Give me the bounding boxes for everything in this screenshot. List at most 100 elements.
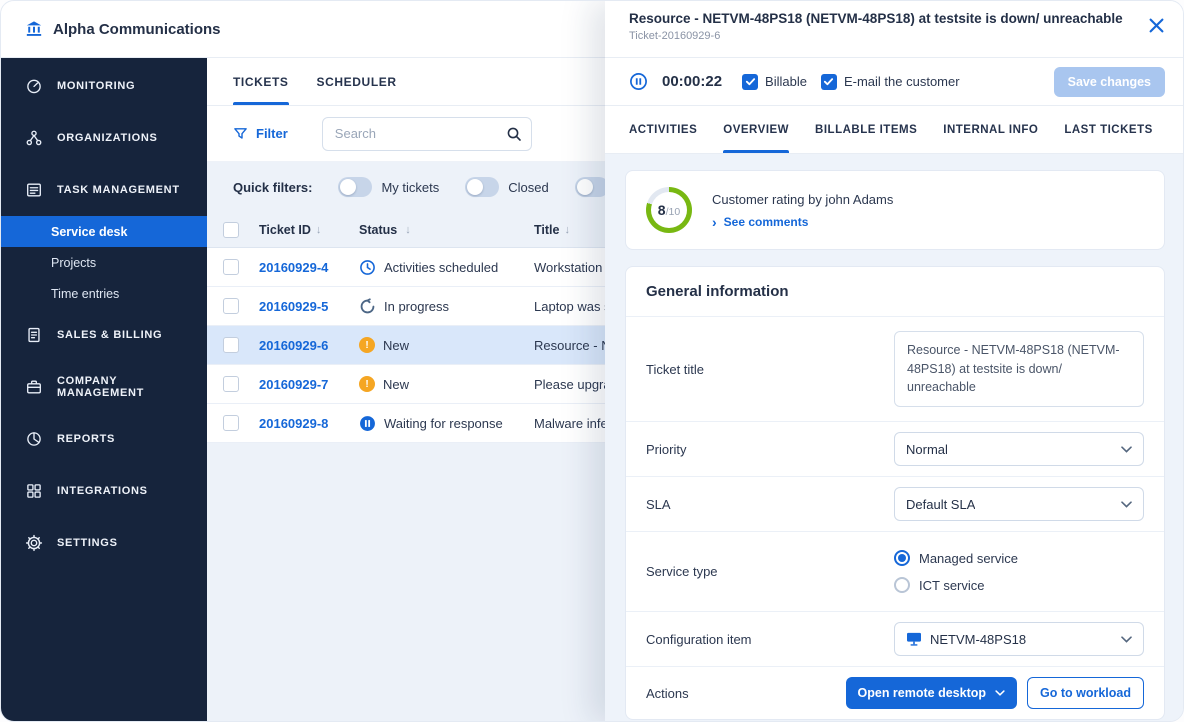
pause-timer-icon[interactable] [629,72,648,91]
sidebar-item-projects[interactable]: Projects [1,247,207,278]
open-remote-desktop-label: Open remote desktop [857,686,987,700]
email-customer-option[interactable]: E-mail the customer [820,73,960,90]
column-title[interactable]: Title [534,223,559,237]
sidebar-item-label: MONITORING [57,80,136,92]
go-to-workload-button[interactable]: Go to workload [1027,677,1144,709]
toggle-sla-breach[interactable] [574,177,609,197]
timer-value: 00:00:22 [662,73,723,90]
sort-icon[interactable]: ↓ [405,224,411,236]
chevron-right-icon: › [712,213,717,230]
task-list-icon [25,181,43,199]
configuration-item-select[interactable]: NETVM-48PS18 [894,622,1144,656]
status-text: New [383,337,410,353]
tab-billable-items[interactable]: BILLABLE ITEMS [815,106,917,153]
tab-last-tickets[interactable]: LAST TICKETS [1064,106,1152,153]
radio-managed-service[interactable]: Managed service [894,550,1144,566]
tab-activities[interactable]: ACTIVITIES [629,106,697,153]
billable-label: Billable [765,74,807,89]
search-icon [506,126,522,142]
filter-label: Filter [256,126,288,141]
priority-value: Normal [906,441,948,457]
configuration-item-value: NETVM-48PS18 [930,631,1027,647]
tab-internal-info[interactable]: INTERNAL INFO [943,106,1038,153]
row-checkbox[interactable] [223,298,239,314]
radio-ict-service[interactable]: ICT service [894,577,1144,593]
radio-selected-icon[interactable] [894,550,910,566]
in-progress-icon [359,297,376,315]
toggle-label: My tickets [381,179,440,195]
chevron-down-icon [1121,500,1132,508]
ticket-id-link[interactable]: 20160929-6 [259,338,328,353]
sidebar-item-label: REPORTS [57,433,116,445]
service-type-row: Service type Managed service ICT service [626,532,1164,612]
sort-icon[interactable]: ↓ [564,224,570,236]
panel-tabs: ACTIVITIES OVERVIEW BILLABLE ITEMS INTER… [605,106,1183,154]
see-comments-link[interactable]: › See comments [712,215,893,229]
ticket-title-text: Laptop was st [534,298,615,314]
close-icon[interactable] [1149,18,1165,34]
panel-body: 8/10 Customer rating by john Adams › See… [605,154,1183,721]
sidebar-item-label: SETTINGS [57,537,118,549]
sidebar: MONITORING ORGANIZATIONS TASK MANAGEMENT… [1,58,207,721]
ticket-detail-panel: Resource - NETVM-48PS18 (NETVM-48PS18) a… [605,1,1183,721]
grid-icon [25,482,43,500]
tab-tickets[interactable]: TICKETS [233,58,289,105]
tab-overview[interactable]: OVERVIEW [723,106,789,153]
customer-rating-card: 8/10 Customer rating by john Adams › See… [625,170,1165,250]
sidebar-item-organizations[interactable]: ORGANIZATIONS [1,112,207,164]
sla-select[interactable]: Default SLA [894,487,1144,521]
toggle-my-tickets[interactable] [338,177,373,197]
checked-checkbox-icon[interactable] [742,73,759,90]
timer-bar: 00:00:22 Billable E-mail the customer Sa… [605,58,1183,106]
sidebar-item-company-management[interactable]: COMPANY MANAGEMENT [1,361,207,413]
column-ticket-id[interactable]: Ticket ID [259,223,311,237]
toggle-closed[interactable] [465,177,500,197]
ticket-id-link[interactable]: 20160929-8 [259,416,328,431]
ticket-id-link[interactable]: 20160929-7 [259,377,328,392]
clock-icon [359,259,376,276]
rating-max: /10 [665,206,681,218]
row-checkbox[interactable] [223,415,239,431]
checked-checkbox-icon[interactable] [820,73,837,90]
chevron-down-icon [995,690,1005,696]
sidebar-item-monitoring[interactable]: MONITORING [1,60,207,112]
sidebar-item-settings[interactable]: SETTINGS [1,517,207,569]
sidebar-item-time-entries[interactable]: Time entries [1,278,207,309]
sidebar-item-task-management[interactable]: TASK MANAGEMENT [1,164,207,216]
ticket-title-row: Ticket title Resource - NETVM-48PS18 (NE… [626,317,1164,422]
column-status[interactable]: Status [359,223,397,237]
save-changes-button[interactable]: Save changes [1053,66,1165,97]
open-remote-desktop-button[interactable]: Open remote desktop [845,677,1018,709]
row-checkbox[interactable] [223,376,239,392]
configuration-item-row: Configuration item NETVM-48PS18 [626,612,1164,667]
status-text: Activities scheduled [384,259,499,275]
sidebar-item-integrations[interactable]: INTEGRATIONS [1,465,207,517]
filter-button[interactable]: Filter [233,126,288,141]
email-customer-label: E-mail the customer [843,74,960,89]
row-checkbox[interactable] [223,337,239,353]
sidebar-item-sales-billing[interactable]: SALES & BILLING [1,309,207,361]
quick-filters-label: Quick filters: [233,179,313,195]
search-input[interactable] [321,116,532,151]
rating-text: Customer rating by john Adams [712,191,894,207]
sort-icon[interactable]: ↓ [316,224,322,236]
service-type-label: Service type [646,564,718,579]
ticket-title-input[interactable]: Resource - NETVM-48PS18 (NETVM-48PS18) a… [894,330,1144,408]
priority-row: Priority Normal [626,422,1164,477]
sidebar-item-reports[interactable]: REPORTS [1,413,207,465]
ticket-id-link[interactable]: 20160929-4 [259,260,328,275]
priority-select[interactable]: Normal [894,432,1144,466]
sla-label: SLA [646,496,671,512]
sidebar-item-service-desk[interactable]: Service desk [1,216,207,247]
billable-option[interactable]: Billable [742,73,807,90]
radio-unselected-icon[interactable] [894,577,910,593]
tab-scheduler[interactable]: SCHEDULER [317,58,397,105]
app-window: Alpha Communications MONITORING ORGANIZA… [0,0,1184,722]
ticket-id-link[interactable]: 20160929-5 [259,299,328,314]
ticket-title-text: Malware infec [534,415,615,431]
ticket-reference: Ticket-20160929-6 [629,30,721,42]
sidebar-item-label: INTEGRATIONS [57,485,148,497]
select-all-checkbox[interactable] [223,221,239,238]
actions-row: Actions Open remote desktop Go to worklo… [626,667,1164,719]
row-checkbox[interactable] [223,259,239,275]
